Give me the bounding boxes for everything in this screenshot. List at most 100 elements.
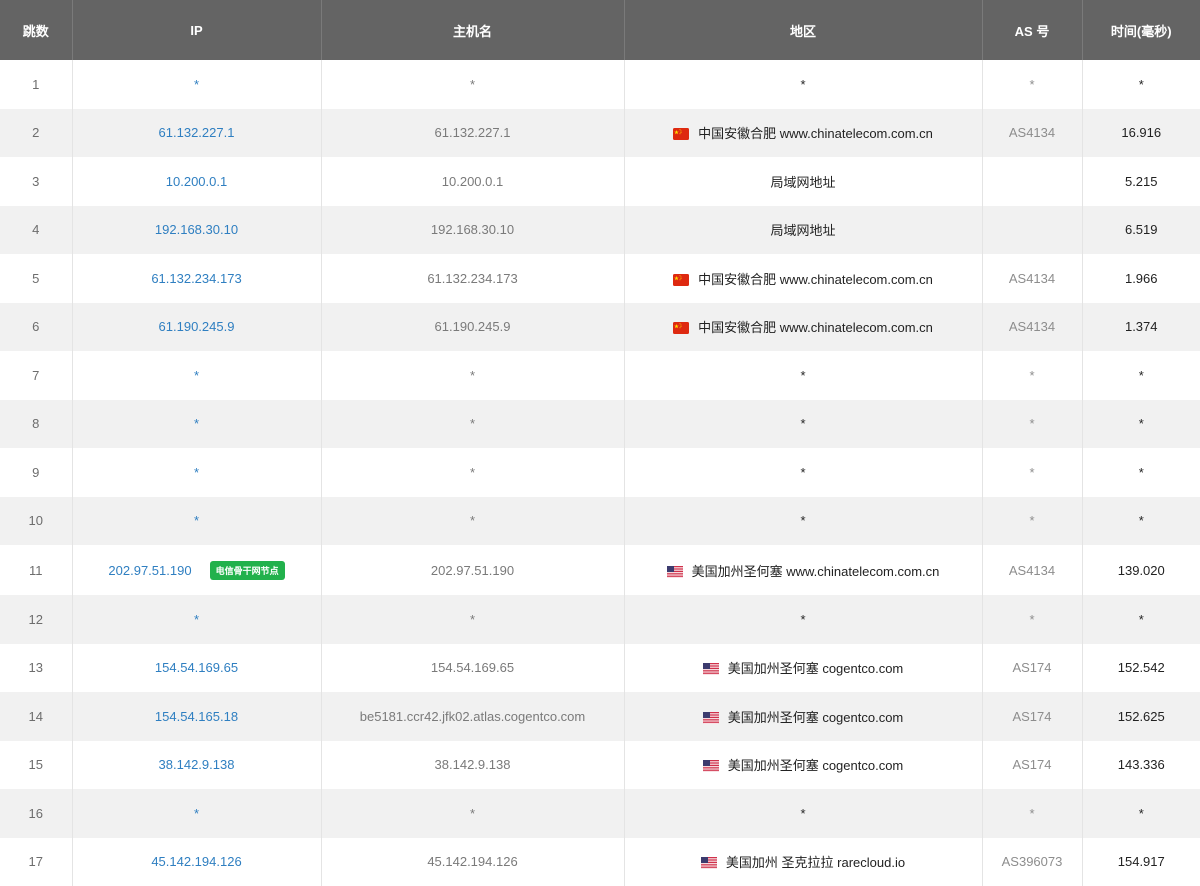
header-hop: 跳数: [0, 0, 73, 60]
hostname-cell: *: [321, 399, 625, 448]
ip-cell: *: [72, 448, 322, 497]
backbone-node-badge: 电信骨干网节点: [209, 560, 285, 580]
time-text: 1.966: [1124, 270, 1158, 286]
header-time: 时间(毫秒): [1110, 23, 1172, 39]
region-text: 局域网地址: [770, 174, 836, 190]
region-cell: 美国加州圣何塞 cogentco.com: [624, 643, 983, 692]
hostname-text: *: [469, 367, 476, 383]
time-text: *: [1138, 367, 1144, 383]
table-row: 11 202.97.51.190 电信骨干网节点 202.97.51.190 美国加州圣…: [0, 545, 1200, 595]
time-text: 143.336: [1117, 757, 1165, 773]
hop-cell: 12: [0, 595, 73, 644]
hop-text: 6: [32, 319, 40, 335]
time-cell: 1.374: [1082, 303, 1200, 352]
as-text: AS4134: [1008, 125, 1056, 141]
as-cell: AS174: [982, 692, 1083, 741]
as-cell: *: [982, 448, 1083, 497]
ip-cell[interactable]: 38.142.9.138: [72, 740, 322, 789]
hop-text: 1: [32, 76, 40, 92]
as-text: AS4134: [1008, 562, 1056, 578]
region-cell: *: [624, 789, 983, 838]
time-cell: 152.625: [1082, 692, 1200, 741]
ip-cell[interactable]: 154.54.169.65: [72, 643, 322, 692]
as-cell: *: [982, 595, 1083, 644]
region-cell: *: [624, 60, 983, 109]
region-cell: *: [624, 399, 983, 448]
time-text: 1.374: [1124, 319, 1158, 335]
table-row: 10 * * * * *: [0, 496, 1200, 545]
region-cell: 局域网地址: [624, 157, 983, 206]
time-cell: 16.916: [1082, 109, 1200, 158]
hop-cell: 16: [0, 789, 73, 838]
ip-cell: *: [72, 789, 322, 838]
hop-cell: 6: [0, 302, 73, 351]
ip-text: 61.132.227.1: [158, 125, 235, 141]
hop-text: 13: [28, 660, 43, 676]
as-cell: AS396073: [982, 837, 1083, 886]
ip-cell[interactable]: 202.97.51.190 电信骨干网节点: [72, 545, 322, 595]
time-text: 16.916: [1121, 125, 1162, 141]
hop-cell: 2: [0, 108, 73, 157]
region-cell: 中国安徽合肥 www.chinatelecom.com.cn: [624, 108, 983, 157]
as-text: *: [1029, 805, 1035, 821]
time-text: *: [1138, 464, 1144, 480]
hop-text: 10: [28, 513, 43, 529]
region-text: *: [800, 416, 806, 432]
ip-cell[interactable]: 61.190.245.9: [72, 302, 322, 351]
ip-text: 202.97.51.190: [108, 562, 192, 578]
hop-cell: 13: [0, 643, 73, 692]
time-cell: *: [1082, 789, 1200, 838]
hostname-text: *: [469, 611, 476, 627]
us-flag-icon: [666, 565, 683, 578]
hostname-cell: 45.142.194.126: [321, 837, 625, 886]
table-row: 14 154.54.165.18 be5181.ccr42.jfk02.atlas.…: [0, 692, 1200, 741]
table-row: 5 61.132.234.173 61.132.234.173 中国安徽合肥 www.…: [0, 254, 1200, 303]
ip-cell[interactable]: 154.54.165.18: [72, 692, 322, 741]
header-hostname: 主机名: [321, 0, 625, 60]
table-row: 13 154.54.169.65 154.54.169.65 美国加州圣何塞 coge…: [0, 643, 1200, 692]
time-cell: 6.519: [1082, 206, 1200, 255]
ip-text: 61.190.245.9: [158, 319, 235, 335]
hop-text: 14: [28, 708, 43, 724]
hostname-cell: *: [321, 351, 625, 400]
region-cell: *: [624, 448, 983, 497]
hop-text: 16: [28, 805, 43, 821]
hostname-cell: 61.132.234.173: [321, 254, 625, 303]
ip-cell[interactable]: 10.200.0.1: [72, 157, 322, 206]
hostname-cell: *: [321, 496, 625, 545]
table-row: 8 * * * * *: [0, 399, 1200, 448]
ip-cell[interactable]: 45.142.194.126: [72, 837, 322, 886]
region-text: *: [800, 513, 806, 529]
time-text: 6.519: [1124, 222, 1158, 238]
hostname-text: *: [469, 805, 476, 821]
table-row: 7 * * * * *: [0, 351, 1200, 400]
as-cell: *: [982, 789, 1083, 838]
ip-cell: *: [72, 496, 322, 545]
ip-cell[interactable]: 192.168.30.10: [72, 205, 322, 254]
hostname-text: 45.142.194.126: [427, 854, 518, 870]
ip-cell[interactable]: 61.132.234.173: [72, 254, 322, 303]
hop-cell: 7: [0, 351, 73, 400]
hop-cell: 8: [0, 399, 73, 448]
ip-cell: *: [72, 595, 322, 644]
ip-cell: *: [72, 399, 322, 448]
hostname-cell: 202.97.51.190: [321, 545, 625, 595]
ip-cell: *: [72, 351, 322, 400]
cn-flag-icon: [673, 128, 690, 141]
region-cell: 美国加州圣何塞 cogentco.com: [624, 740, 983, 789]
hostname-text: 61.132.227.1: [434, 125, 511, 141]
region-text: 局域网地址: [770, 223, 836, 239]
hop-cell: 14: [0, 692, 73, 741]
region-cell: 美国加州 圣克拉拉 rarecloud.io: [624, 837, 983, 886]
hop-text: 9: [32, 464, 40, 480]
time-cell: *: [1082, 448, 1200, 497]
ip-text: 45.142.194.126: [151, 854, 242, 870]
as-text: AS174: [1012, 660, 1052, 676]
as-cell: *: [982, 60, 1083, 109]
table-row: 2 61.132.227.1 61.132.227.1 中国安徽合肥 www.chin…: [0, 108, 1200, 158]
hostname-text: 61.190.245.9: [434, 319, 511, 335]
table-body: 1 * * * * * 2 61.132.227.1 61.132.227.1 中国安徽合肥 ww…: [0, 60, 1200, 886]
hop-text: 17: [28, 854, 43, 870]
ip-cell[interactable]: 61.132.227.1: [72, 108, 322, 157]
ip-text: *: [193, 611, 200, 627]
